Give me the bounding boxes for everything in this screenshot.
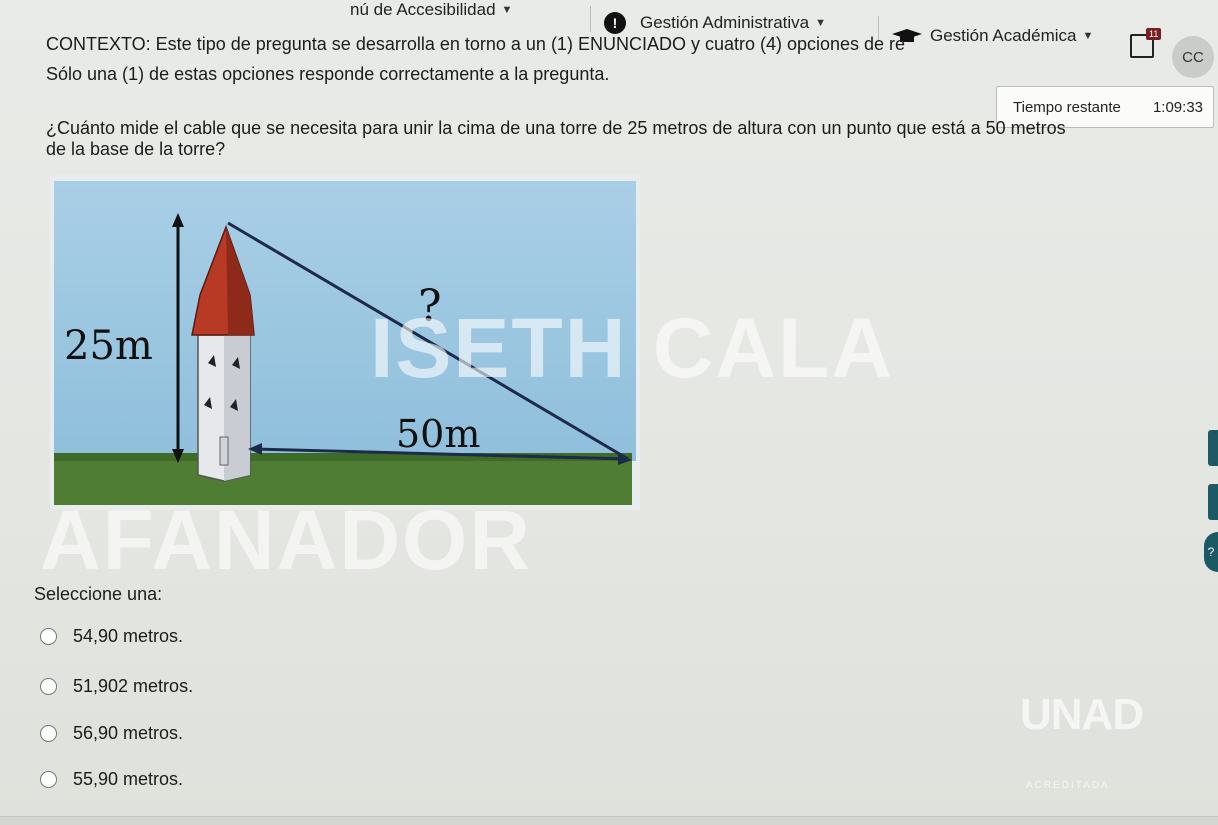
avatar[interactable]: CC [1172, 36, 1214, 78]
unad-logo-subtitle: ACREDITADA [1026, 780, 1110, 791]
chevron-down-icon: ▼ [1082, 30, 1094, 42]
chevron-down-icon: ▼ [815, 17, 827, 29]
answer-option-label: 55,90 metros. [73, 768, 184, 789]
accessibility-menu-label: nú de Accesibilidad [350, 0, 496, 19]
nav-divider [590, 6, 591, 32]
answer-option-1[interactable]: 54,90 metros. [40, 623, 183, 649]
top-navbar: nú de Accesibilidad ▼ ! Gestión Administ… [0, 0, 1218, 45]
time-remaining-value: 1:09:33 [1152, 98, 1203, 116]
admin-menu-label: Gestión Administrativa [640, 13, 810, 32]
height-label: 25m [64, 323, 153, 369]
time-remaining-label: Tiempo restante [1013, 98, 1121, 116]
answer-option-2[interactable]: 51,902 metros. [40, 673, 193, 699]
answer-option-4[interactable]: 55,90 metros. [40, 766, 183, 792]
answer-option-label: 51,902 metros. [73, 675, 194, 696]
base-label: 50m [396, 412, 480, 456]
radio-button[interactable] [40, 724, 57, 742]
unknown-label: ? [418, 281, 442, 332]
messages-badge: 11 [1146, 28, 1162, 40]
tower-cable-diagram: 25m 50m ? [50, 175, 640, 510]
question-text-line2: de la base de la torre? [46, 139, 226, 159]
chevron-down-icon: ▼ [501, 4, 513, 16]
unad-logo: UNAD [1020, 690, 1144, 739]
radio-button[interactable] [40, 627, 57, 645]
help-icon[interactable]: ? [1204, 532, 1218, 572]
answer-option-3[interactable]: 56,90 metros. [40, 720, 183, 746]
admin-menu[interactable]: ! Gestión Administrativa ▼ [604, 12, 826, 34]
answer-option-label: 56,90 metros. [73, 722, 184, 743]
select-one-prompt: Seleccione una: [34, 584, 163, 604]
context-text-line1: CONTEXTO: Este tipo de pregunta se desar… [46, 34, 906, 54]
alert-icon: ! [604, 12, 626, 34]
question-text-line1: ¿Cuánto mide el cable que se necesita pa… [46, 118, 1066, 138]
radio-button[interactable] [40, 770, 57, 788]
radio-button[interactable] [40, 677, 57, 695]
answer-option-label: 54,90 metros. [73, 625, 184, 646]
side-panel-tab[interactable] [1208, 430, 1218, 466]
accessibility-menu[interactable]: nú de Accesibilidad ▼ [350, 0, 512, 20]
side-panel-tab[interactable] [1208, 484, 1218, 520]
tower-door [219, 436, 229, 466]
context-text-line2: Sólo una (1) de estas opciones responde … [46, 64, 610, 84]
sky-background [54, 181, 636, 461]
